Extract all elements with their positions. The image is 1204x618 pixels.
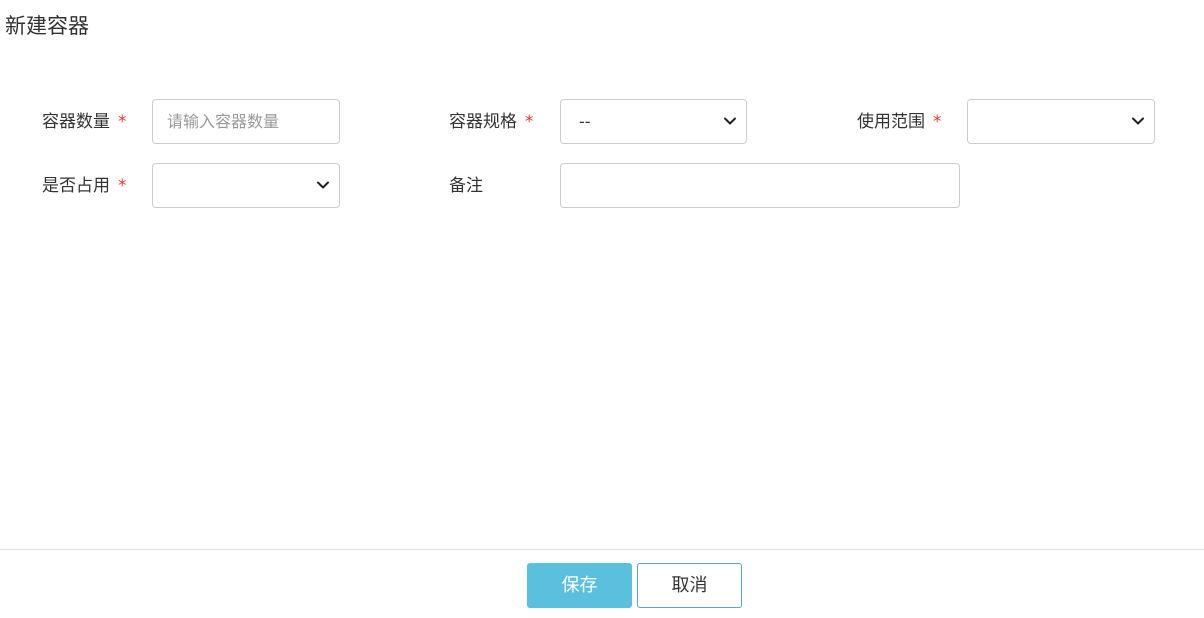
remark-label-text: 备注 [449, 176, 483, 196]
required-mark: * [118, 176, 127, 196]
chevron-down-icon [724, 117, 736, 125]
occupied-label: 是否占用 * [42, 174, 127, 198]
usage-scope-select[interactable] [967, 99, 1155, 144]
remark-input[interactable] [560, 163, 960, 208]
occupied-select[interactable] [152, 163, 340, 208]
container-spec-select[interactable]: -- [560, 99, 747, 144]
chevron-down-icon [317, 181, 329, 189]
chevron-down-icon [1132, 117, 1144, 125]
cancel-button[interactable]: 取消 [637, 563, 742, 608]
required-mark: * [933, 112, 942, 132]
occupied-label-text: 是否占用 [42, 176, 110, 196]
save-button[interactable]: 保存 [527, 563, 632, 608]
container-spec-selected-value: -- [579, 112, 591, 131]
usage-scope-label: 使用范围 * [857, 110, 942, 134]
remark-label: 备注 [449, 174, 483, 198]
container-spec-label: 容器规格 * [449, 110, 534, 134]
page-title: 新建容器 [5, 14, 89, 38]
footer-divider [0, 549, 1204, 550]
required-mark: * [118, 112, 127, 132]
container-spec-label-text: 容器规格 [449, 112, 517, 132]
container-count-label-text: 容器数量 [42, 112, 110, 132]
required-mark: * [525, 112, 534, 132]
usage-scope-label-text: 使用范围 [857, 112, 925, 132]
container-count-label: 容器数量 * [42, 110, 127, 134]
container-count-input[interactable] [152, 99, 340, 144]
